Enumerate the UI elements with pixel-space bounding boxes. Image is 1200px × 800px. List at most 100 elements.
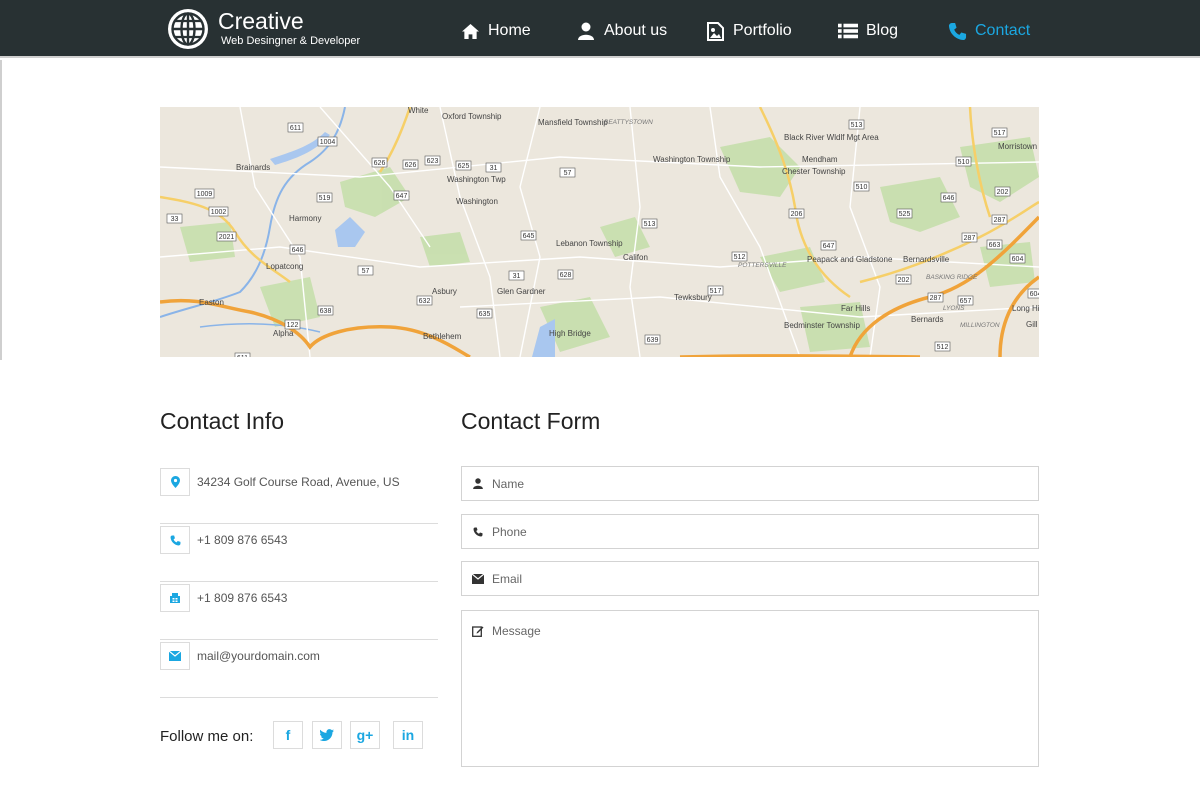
brand-name[interactable]: Creative xyxy=(218,8,304,35)
nav-home-label: Home xyxy=(488,22,531,39)
map-route-number: 2021 xyxy=(219,234,235,241)
map-place-label: Alpha xyxy=(273,329,294,338)
map-place-label: Washington Township xyxy=(653,155,731,164)
map-route-number: 638 xyxy=(320,308,332,315)
nav-about-us[interactable]: About us xyxy=(576,18,667,44)
map-place-label: BEATTYSTOWN xyxy=(604,119,653,126)
nav-portfolio[interactable]: Portfolio xyxy=(705,18,792,44)
message-input[interactable] xyxy=(492,624,1012,754)
map-place-label: Far Hills xyxy=(841,304,870,313)
nav-blog-label: Blog xyxy=(866,22,899,39)
globe-logo-icon[interactable] xyxy=(166,7,210,51)
facebook-icon[interactable]: f xyxy=(273,721,303,749)
name-input[interactable] xyxy=(492,476,1012,491)
google-plus-icon[interactable]: g+ xyxy=(350,721,380,749)
contact-phone: +1 809 876 6543 xyxy=(197,533,288,547)
phone-input[interactable] xyxy=(492,524,1012,539)
envelope-icon xyxy=(160,642,190,670)
map-route-number: 202 xyxy=(898,277,910,284)
nav-contact[interactable]: Contact xyxy=(947,18,1030,44)
map-place-label: Bernards xyxy=(911,315,943,324)
map-route-number: 635 xyxy=(479,311,491,318)
map-place-label: Lopatcong xyxy=(266,262,303,271)
map-route-number: 512 xyxy=(937,344,949,351)
location-map[interactable]: White Oxford Township Mansfield Township BE… xyxy=(160,107,1039,357)
home-icon xyxy=(460,21,480,41)
map-route-number: 626 xyxy=(405,162,417,169)
map-place-label: High Bridge xyxy=(549,329,591,338)
top-navigation-bar: Creative Web Desingner & Developer Home … xyxy=(0,0,1200,58)
map-place-label: Long Hill xyxy=(1012,304,1039,313)
map-route-number: 57 xyxy=(564,170,572,177)
nav-home[interactable]: Home xyxy=(460,18,531,44)
twitter-icon[interactable] xyxy=(312,721,342,749)
map-place-label: Washington Twp xyxy=(447,175,506,184)
map-place-label: Brainards xyxy=(236,163,270,172)
nav-blog[interactable]: Blog xyxy=(838,18,898,44)
contact-email-row: mail@yourdomain.com xyxy=(160,640,438,698)
map-route-number: 510 xyxy=(958,159,970,166)
phone-field[interactable] xyxy=(461,514,1039,549)
map-route-number: 647 xyxy=(396,193,408,200)
map-route-number: 611 xyxy=(290,125,301,132)
map-place-label: Oxford Township xyxy=(442,112,502,121)
map-place-label: Morristown xyxy=(998,142,1037,151)
map-place-label: White xyxy=(408,107,429,115)
map-route-number: 611 xyxy=(237,355,248,357)
map-marker-icon xyxy=(160,468,190,496)
message-field[interactable] xyxy=(461,610,1039,767)
map-place-label: POTTERSVILLE xyxy=(738,262,787,269)
map-place-label: Washington xyxy=(456,197,498,206)
map-place-label: Gill xyxy=(1026,320,1038,329)
nav-contact-label: Contact xyxy=(975,22,1031,39)
follow-label: Follow me on: xyxy=(160,728,254,745)
map-route-number: 625 xyxy=(458,163,470,170)
map-route-number: 287 xyxy=(964,235,976,242)
map-route-number: 287 xyxy=(930,295,942,302)
picture-icon xyxy=(705,21,725,41)
user-icon xyxy=(462,478,492,489)
map-route-number: 663 xyxy=(989,242,1001,249)
map-route-number: 57 xyxy=(362,268,370,275)
map-route-number: 287 xyxy=(994,217,1006,224)
edit-icon xyxy=(462,611,492,637)
map-route-number: 657 xyxy=(960,298,972,305)
map-place-label: Bethlehem xyxy=(423,332,462,341)
phone-icon xyxy=(462,527,492,537)
brand-tagline: Web Desingner & Developer xyxy=(221,35,361,47)
map-place-label: Asbury xyxy=(432,287,457,296)
email-field[interactable] xyxy=(461,561,1039,596)
map-route-number: 510 xyxy=(856,184,868,191)
map-place-label: MILLINGTON xyxy=(960,322,1000,329)
map-route-number: 31 xyxy=(513,273,521,280)
map-route-number: 206 xyxy=(791,211,803,218)
map-route-number: 647 xyxy=(823,243,835,250)
contact-address: 34234 Golf Course Road, Avenue, US xyxy=(197,475,400,489)
map-route-number: 517 xyxy=(994,130,1006,137)
map-route-number: 519 xyxy=(319,195,331,202)
map-route-number: 517 xyxy=(710,288,722,295)
phone-icon xyxy=(947,21,967,41)
map-route-number: 646 xyxy=(943,195,955,202)
phone-icon xyxy=(160,526,190,554)
map-route-number: 623 xyxy=(427,158,439,165)
map-route-number: 33 xyxy=(171,216,179,223)
map-route-number: 604 xyxy=(1012,256,1024,263)
map-place-label: Mendham xyxy=(802,155,838,164)
nav-about-us-label: About us xyxy=(604,22,668,39)
user-icon xyxy=(576,21,596,41)
name-field[interactable] xyxy=(461,466,1039,501)
contact-form-heading: Contact Form xyxy=(461,408,601,434)
map-place-label: Easton xyxy=(199,298,224,307)
linkedin-icon[interactable]: in xyxy=(393,721,423,749)
map-route-number: 1002 xyxy=(211,209,227,216)
map-route-number: 639 xyxy=(647,337,659,344)
page-left-border xyxy=(0,60,2,360)
map-route-number: 1004 xyxy=(320,139,336,146)
map-place-label: Peapack and Gladstone xyxy=(807,255,893,264)
map-route-number: 645 xyxy=(523,233,535,240)
email-input[interactable] xyxy=(492,571,1012,586)
map-place-label: Bernardsville xyxy=(903,255,950,264)
nav-portfolio-label: Portfolio xyxy=(733,22,792,39)
contact-fax-row: +1 809 876 6543 xyxy=(160,582,438,640)
